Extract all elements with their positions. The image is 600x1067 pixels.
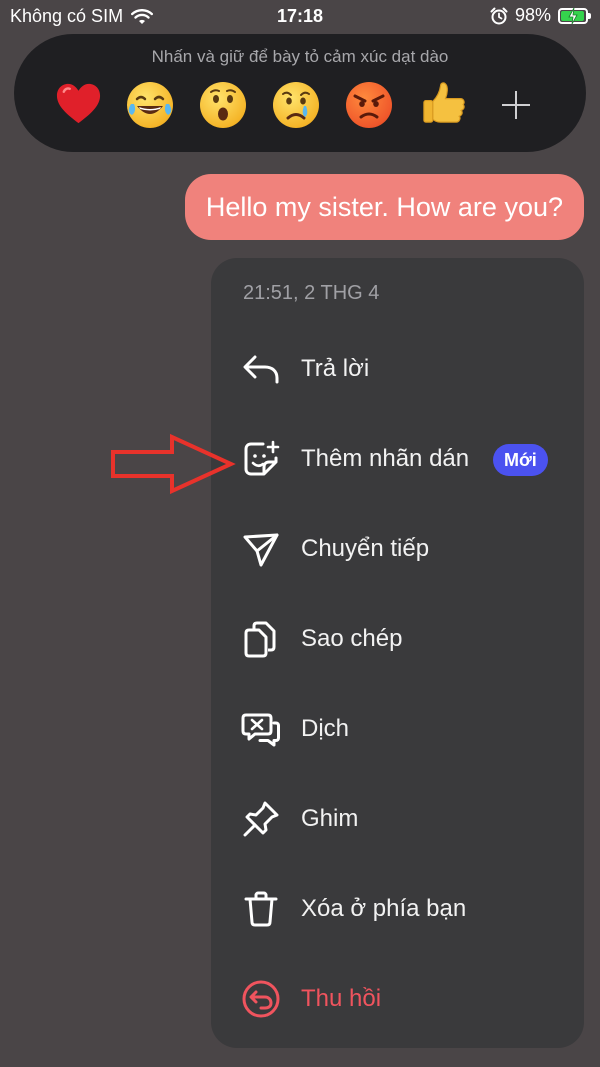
menu-item-forward[interactable]: Chuyển tiếp [211,519,584,579]
thumbs-up-reaction-icon[interactable] [419,80,468,129]
reply-icon [243,355,279,384]
menu-label-forward: Chuyển tiếp [301,535,430,562]
trash-icon [244,891,278,927]
wow-face [200,82,246,128]
cry-face [273,82,319,128]
status-bar: Không có SIM 17:18 98% [0,0,600,34]
message-timestamp: 21:51, 2 THG 4 [243,282,380,304]
annotation-arrow-icon [111,433,236,495]
alarm-icon [490,7,508,24]
menu-item-pin[interactable]: Ghim [211,789,584,849]
message-bubble[interactable]: Hello my sister. How are you? [184,174,584,240]
status-right-group: 98% [490,5,591,26]
menu-label-add-sticker: Thêm nhãn dán [301,445,470,472]
forward-icon [243,533,279,567]
menu-label-pin: Ghim [301,805,359,832]
pin-icon [243,801,279,837]
message-context-menu: 21:51, 2 THG 4 Trả lời Thêm nhãn dán Mới… [211,258,584,1048]
reaction-row [54,80,536,129]
laugh-face [127,82,173,128]
sticker-add-icon [244,440,280,476]
menu-label-translate: Dịch [301,715,350,742]
copy-icon [244,621,276,658]
more-reactions-plus-icon[interactable] [496,85,536,125]
unsend-icon [242,980,280,1018]
wow-reaction-icon[interactable] [200,80,249,129]
menu-label-unsend: Thu hồi [301,985,382,1012]
menu-label-reply: Trả lời [301,355,370,382]
menu-label-copy: Sao chép [301,625,403,652]
new-badge: Mới [493,444,548,476]
menu-item-delete-for-you[interactable]: Xóa ở phía bạn [211,879,584,939]
cry-reaction-icon[interactable] [273,80,322,129]
menu-label-delete-for-you: Xóa ở phía bạn [301,895,467,922]
laugh-features [128,95,172,115]
bolt-icon [568,7,578,24]
menu-item-reply[interactable]: Trả lời [211,339,584,399]
menu-item-unsend[interactable]: Thu hồi [211,969,584,1029]
angry-features [353,94,385,119]
battery-charging-icon [558,7,591,24]
cry-features [282,91,310,120]
laugh-tears-reaction-icon[interactable] [127,80,176,129]
menu-item-add-sticker[interactable]: Thêm nhãn dán Mới [211,429,584,489]
reaction-hint: Nhấn và giữ để bày tỏ cảm xúc dạt dào [151,47,449,66]
angry-face [346,82,392,128]
heart-reaction-icon[interactable] [54,80,103,129]
menu-item-translate[interactable]: Dịch [211,699,584,759]
reaction-bar: Nhấn và giữ để bày tỏ cảm xúc dạt dào [14,34,586,152]
wow-features [210,89,236,121]
translate-icon [241,713,280,747]
menu-item-copy[interactable]: Sao chép [211,609,584,669]
angry-reaction-icon[interactable] [346,80,395,129]
battery-percent: 98% [514,5,551,25]
